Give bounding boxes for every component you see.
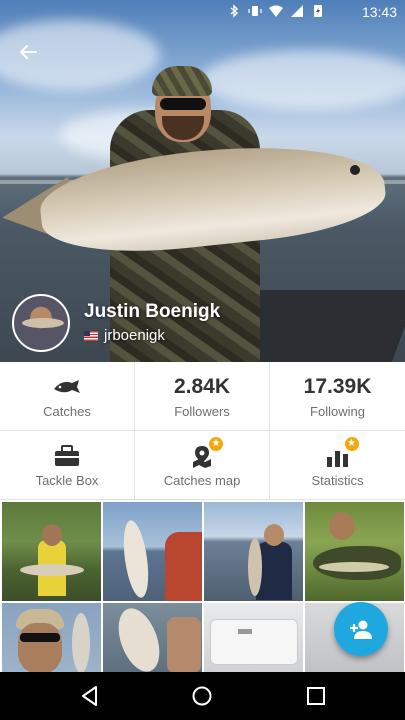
- profile-header: 13:43 Justin Boenigk jrboenigk: [0, 0, 405, 362]
- statistics-label: Statistics: [311, 472, 364, 488]
- tackle-box-button[interactable]: Tackle Box: [0, 431, 135, 500]
- following-label: Following: [310, 403, 365, 419]
- vibrate-icon: [248, 6, 262, 16]
- back-arrow-icon[interactable]: [16, 40, 40, 64]
- cloud: [200, 50, 405, 110]
- nav-recents-icon[interactable]: [304, 684, 328, 708]
- profile-handle-row: jrboenigk: [84, 327, 165, 344]
- status-bar: 13:43: [0, 0, 405, 24]
- profile-stats-panel: Catches 2.84K Followers 17.39K Following…: [0, 362, 405, 500]
- angler-glasses: [160, 98, 206, 110]
- catches-map-button[interactable]: ★ Catches map: [135, 431, 270, 500]
- nav-home-icon[interactable]: [190, 684, 214, 708]
- tackle-box-label: Tackle Box: [35, 472, 99, 488]
- catch-photo[interactable]: [2, 502, 101, 601]
- catch-photo[interactable]: [204, 603, 303, 673]
- toolbox-icon: [55, 444, 79, 466]
- catch-photo[interactable]: [305, 502, 404, 601]
- following-button[interactable]: 17.39K Following: [270, 362, 405, 431]
- profile-name: Justin Boenigk: [84, 301, 221, 322]
- fish-icon: [54, 379, 80, 393]
- followers-label: Followers: [174, 403, 230, 419]
- signal-icon: [291, 5, 303, 17]
- catch-photo[interactable]: [2, 603, 101, 673]
- statistics-button[interactable]: ★ Statistics: [270, 431, 405, 500]
- angler-cap: [152, 66, 212, 96]
- catch-photo[interactable]: [103, 603, 202, 673]
- catches-map-label: Catches map: [163, 472, 241, 488]
- avatar-fish: [22, 318, 64, 328]
- catch-photo[interactable]: [103, 502, 202, 601]
- fish-eye: [350, 165, 360, 175]
- bluetooth-icon: [230, 4, 239, 18]
- nav-back-icon[interactable]: [78, 684, 102, 708]
- battery-icon: [314, 5, 322, 17]
- add-person-icon: [350, 620, 372, 639]
- wifi-icon: [269, 5, 283, 17]
- us-flag-icon: [84, 330, 98, 341]
- following-count: 17.39K: [303, 374, 372, 398]
- followers-button[interactable]: 2.84K Followers: [135, 362, 270, 431]
- catch-photo[interactable]: [204, 502, 303, 601]
- catches-label: Catches: [43, 403, 91, 419]
- clock: 13:43: [361, 4, 397, 20]
- system-navigation-bar: [0, 672, 405, 720]
- profile-handle: jrboenigk: [104, 327, 165, 344]
- follow-button[interactable]: [334, 602, 388, 656]
- premium-star-icon: ★: [344, 436, 359, 451]
- premium-star-icon: ★: [209, 436, 223, 451]
- followers-count: 2.84K: [173, 374, 231, 398]
- catches-button[interactable]: Catches: [0, 362, 135, 431]
- avatar[interactable]: [12, 294, 70, 352]
